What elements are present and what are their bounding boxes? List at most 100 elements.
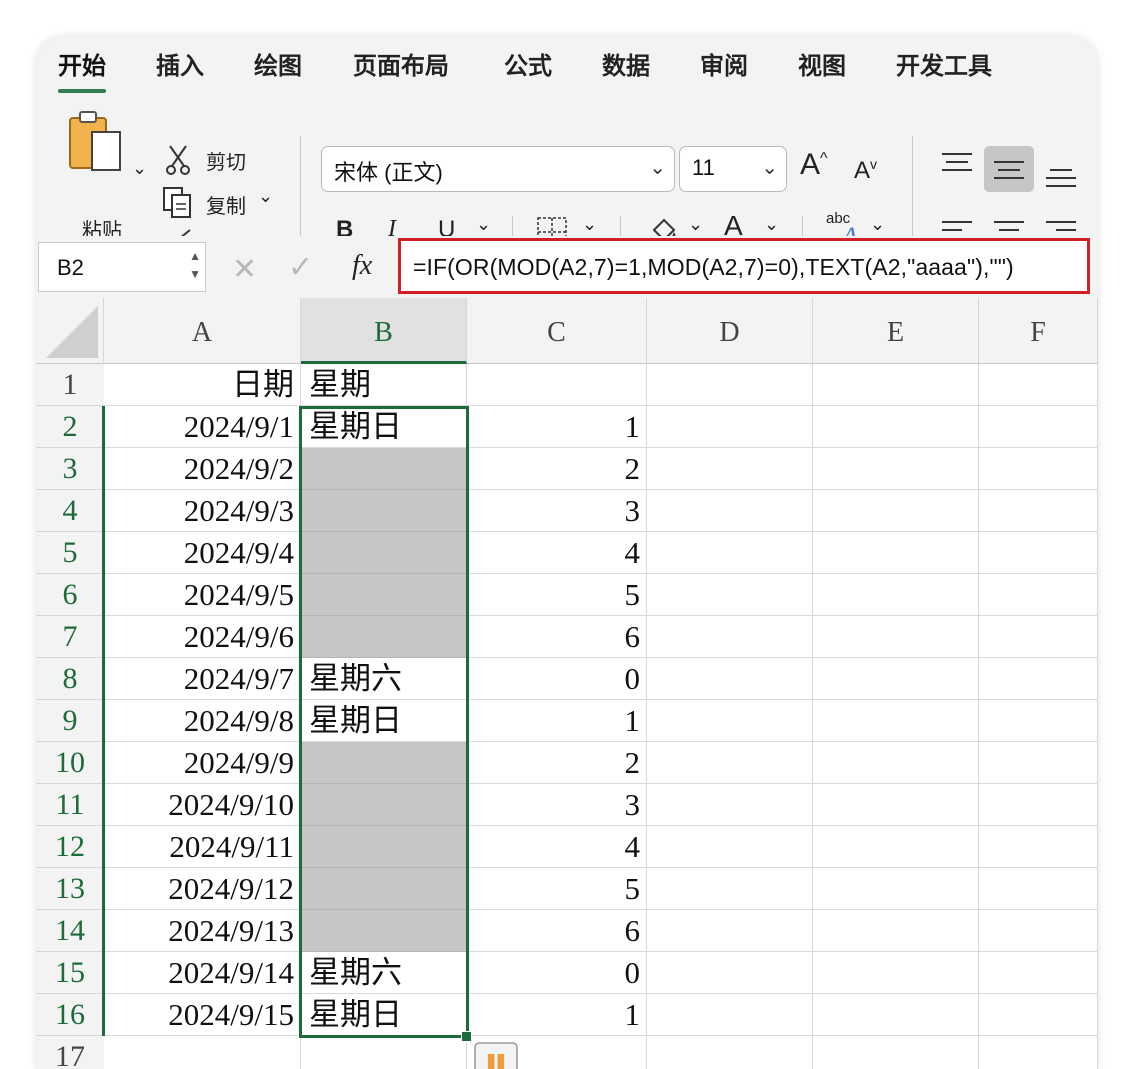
copy-dropdown-icon[interactable]: ⌄: [258, 186, 273, 207]
row-header[interactable]: 11: [36, 784, 104, 826]
row-header[interactable]: 16: [36, 994, 104, 1036]
row-header[interactable]: 5: [36, 532, 104, 574]
cell-empty[interactable]: [979, 448, 1098, 490]
cell-empty[interactable]: [647, 658, 813, 700]
column-header-b[interactable]: B: [301, 298, 467, 364]
cell-c[interactable]: 1: [467, 406, 647, 448]
cell-empty[interactable]: [813, 658, 979, 700]
cell-empty[interactable]: [647, 406, 813, 448]
cell-empty[interactable]: [979, 532, 1098, 574]
cell-c[interactable]: 2: [467, 742, 647, 784]
paste-icon[interactable]: [66, 108, 126, 178]
cell-b[interactable]: [301, 1036, 467, 1069]
cell-c[interactable]: 5: [467, 868, 647, 910]
cell-empty[interactable]: [979, 910, 1098, 952]
cell-empty[interactable]: [813, 910, 979, 952]
cell-empty[interactable]: [813, 994, 979, 1036]
row-header[interactable]: 2: [36, 406, 104, 448]
cell-empty[interactable]: [979, 784, 1098, 826]
cell-b[interactable]: [301, 574, 467, 616]
column-header-d[interactable]: D: [647, 298, 813, 364]
row-header[interactable]: 13: [36, 868, 104, 910]
cell-empty[interactable]: [813, 952, 979, 994]
row-header[interactable]: 1: [36, 364, 104, 406]
cell-empty[interactable]: [813, 406, 979, 448]
enter-icon[interactable]: ✓: [288, 250, 313, 285]
cell-empty[interactable]: [979, 952, 1098, 994]
column-header-c[interactable]: C: [467, 298, 647, 364]
paste-dropdown-icon[interactable]: ⌄: [132, 158, 147, 179]
cell-empty[interactable]: [813, 868, 979, 910]
copy-icon[interactable]: [162, 186, 194, 225]
insert-function-button[interactable]: fx: [352, 250, 372, 282]
scissors-icon[interactable]: [164, 144, 192, 181]
cell-c[interactable]: [467, 364, 647, 406]
cell-empty[interactable]: [979, 364, 1098, 406]
cell-b[interactable]: [301, 742, 467, 784]
cell-b[interactable]: [301, 784, 467, 826]
name-box[interactable]: B2 ▲ ▼: [38, 242, 206, 292]
row-header[interactable]: 9: [36, 700, 104, 742]
cell-empty[interactable]: [647, 532, 813, 574]
cell-c[interactable]: 3: [467, 490, 647, 532]
row-header[interactable]: 6: [36, 574, 104, 616]
cell-a[interactable]: 2024/9/4: [104, 532, 301, 574]
cell-empty[interactable]: [979, 994, 1098, 1036]
cell-b[interactable]: [301, 826, 467, 868]
tab-insert[interactable]: 插入: [156, 46, 204, 81]
cell-a[interactable]: 2024/9/1: [104, 406, 301, 448]
cell-a[interactable]: 2024/9/13: [104, 910, 301, 952]
increase-font-size-button[interactable]: A^: [800, 148, 828, 182]
cell-empty[interactable]: [979, 742, 1098, 784]
cell-a[interactable]: 2024/9/3: [104, 490, 301, 532]
cell-empty[interactable]: [813, 448, 979, 490]
cancel-icon[interactable]: ✕: [232, 252, 257, 287]
cell-a[interactable]: 2024/9/6: [104, 616, 301, 658]
cell-a[interactable]: 日期: [104, 364, 301, 406]
cell-empty[interactable]: [647, 448, 813, 490]
font-name-select[interactable]: 宋体 (正文) ⌄: [321, 146, 675, 192]
cell-empty[interactable]: [647, 784, 813, 826]
cell-empty[interactable]: [647, 1036, 813, 1069]
cell-empty[interactable]: [647, 826, 813, 868]
cell-a[interactable]: 2024/9/15: [104, 994, 301, 1036]
cell-a[interactable]: [104, 1036, 301, 1069]
cell-c[interactable]: 4: [467, 532, 647, 574]
cell-a[interactable]: 2024/9/8: [104, 700, 301, 742]
tab-draw[interactable]: 绘图: [254, 46, 302, 81]
cell-empty[interactable]: [979, 700, 1098, 742]
cell-b[interactable]: 星期六: [301, 658, 467, 700]
align-top-icon[interactable]: [942, 152, 972, 179]
row-header[interactable]: 14: [36, 910, 104, 952]
fill-handle[interactable]: [461, 1031, 472, 1042]
cell-empty[interactable]: [979, 574, 1098, 616]
cell-b[interactable]: 星期日: [301, 406, 467, 448]
cell-c[interactable]: 3: [467, 784, 647, 826]
cell-a[interactable]: 2024/9/14: [104, 952, 301, 994]
cell-a[interactable]: 2024/9/7: [104, 658, 301, 700]
cut-label[interactable]: 剪切: [206, 146, 246, 175]
tab-formulas[interactable]: 公式: [504, 46, 552, 81]
cell-a[interactable]: 2024/9/5: [104, 574, 301, 616]
cell-empty[interactable]: [813, 616, 979, 658]
align-bottom-icon[interactable]: [1046, 166, 1076, 193]
cell-empty[interactable]: [647, 742, 813, 784]
cell-a[interactable]: 2024/9/11: [104, 826, 301, 868]
font-color-dropdown-icon[interactable]: ⌄: [764, 214, 779, 235]
cell-a[interactable]: 2024/9/10: [104, 784, 301, 826]
tab-home[interactable]: 开始: [58, 46, 106, 93]
row-header[interactable]: 17: [36, 1036, 104, 1069]
font-size-select[interactable]: 11 ⌄: [679, 146, 787, 192]
copy-label[interactable]: 复制: [206, 190, 246, 219]
cell-empty[interactable]: [813, 532, 979, 574]
decrease-font-size-button[interactable]: Av: [854, 156, 877, 185]
cell-empty[interactable]: [813, 574, 979, 616]
cell-empty[interactable]: [979, 1036, 1098, 1069]
cell-empty[interactable]: [647, 700, 813, 742]
cell-empty[interactable]: [813, 742, 979, 784]
cell-c[interactable]: 2: [467, 448, 647, 490]
tab-view[interactable]: 视图: [798, 46, 846, 81]
cell-a[interactable]: 2024/9/2: [104, 448, 301, 490]
cell-a[interactable]: 2024/9/12: [104, 868, 301, 910]
cell-b[interactable]: 星期日: [301, 994, 467, 1036]
